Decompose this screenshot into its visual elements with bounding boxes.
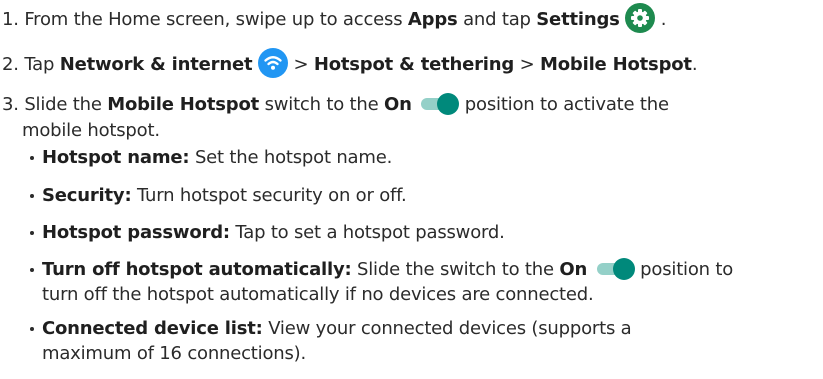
bullet-text: turn off the hotspot automatically if no… [42, 284, 594, 305]
step-3-continued: mobile hotspot. [22, 119, 160, 143]
step-text: switch to the [264, 94, 379, 115]
settings-label: Settings [536, 9, 620, 30]
bullet-text: maximum of 16 connections). [42, 343, 307, 364]
step-text: From the Home screen, swipe up to access [24, 9, 403, 30]
bullet-label: Connected device list: [42, 318, 263, 339]
list-item-continued: turn off the hotspot automatically if no… [42, 283, 594, 307]
bullet-dot [30, 194, 34, 198]
bullet-label: Hotspot password: [42, 222, 230, 243]
instructions-document: 1. From the Home screen, swipe up to acc… [0, 0, 823, 379]
step-text: position to activate the [464, 94, 669, 115]
step-1: 1. From the Home screen, swipe up to acc… [2, 3, 667, 35]
bullet-text: View your connected devices (supports a [268, 318, 632, 339]
bullet-text: Slide the switch to the [357, 259, 554, 280]
step-2: 2. Tap Network & internet > Hotspot & te… [2, 48, 698, 80]
step-text: Tap [24, 54, 55, 75]
mobile-hotspot-label: Mobile Hotspot [540, 54, 692, 75]
on-label: On [384, 94, 412, 115]
bullet-dot [30, 268, 34, 272]
list-item: Hotspot name: Set the hotspot name. [42, 146, 392, 170]
apps-label: Apps [407, 9, 458, 30]
gear-icon [625, 3, 656, 33]
step-number: 1. [2, 9, 19, 30]
list-item: Security: Turn hotspot security on or of… [42, 184, 407, 208]
list-item: Hotspot password: Tap to set a hotspot p… [42, 221, 505, 245]
bullet-label: Hotspot name: [42, 147, 190, 168]
step-text: . [691, 54, 698, 75]
bullet-dot [30, 327, 34, 331]
list-item: Connected device list: View your connect… [42, 317, 632, 341]
bullet-label: Turn off hotspot automatically: [42, 259, 352, 280]
network-internet-label: Network & internet [59, 54, 253, 75]
step-text: mobile hotspot. [22, 120, 160, 141]
separator: > [293, 54, 309, 75]
step-text: . [660, 9, 667, 30]
wifi-icon [257, 48, 288, 78]
step-number: 2. [2, 54, 19, 75]
hotspot-tethering-label: Hotspot & tethering [313, 54, 515, 75]
list-item-continued: maximum of 16 connections). [42, 342, 306, 366]
step-text: and tap [463, 9, 531, 30]
toggle-on-icon [593, 258, 635, 280]
separator: > [519, 54, 535, 75]
step-text: Slide the [24, 94, 102, 115]
toggle-on-icon [417, 93, 460, 115]
bullet-dot [30, 231, 34, 235]
bullet-text: Tap to set a hotspot password. [235, 222, 505, 243]
bullet-dot [30, 156, 34, 160]
bullet-text: Set the hotspot name. [194, 147, 393, 168]
step-3: 3. Slide the Mobile Hotspot switch to th… [2, 93, 669, 117]
bullet-label: Security: [42, 185, 132, 206]
on-label: On [559, 259, 588, 280]
step-number: 3. [2, 94, 19, 115]
bullet-text: Turn hotspot security on or off. [136, 185, 407, 206]
list-item: Turn off hotspot automatically: Slide th… [42, 258, 733, 282]
bullet-text: position to [640, 259, 734, 280]
mobile-hotspot-label: Mobile Hotspot [107, 94, 260, 115]
